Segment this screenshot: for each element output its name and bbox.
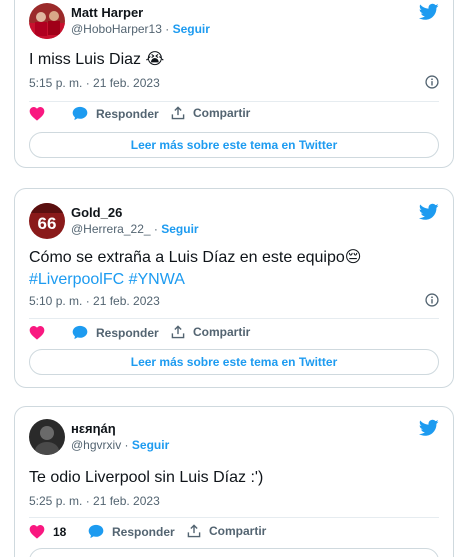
tweet-text: Te odio Liverpool sin Luis Díaz :') xyxy=(29,469,264,486)
tweet-text: I miss Luis Diaz 😭 xyxy=(29,51,165,68)
heart-icon xyxy=(29,325,45,340)
share-button[interactable]: Compartir xyxy=(171,325,250,339)
tweet-timestamp[interactable]: 5:15 p. m. · 21 feb. 2023 xyxy=(29,76,160,90)
tweet-actions: Responder Compartir xyxy=(29,106,429,126)
author-handle[interactable]: @HoboHarper13 xyxy=(71,22,162,36)
reply-label: Responder xyxy=(112,524,175,539)
tweet-timestamp[interactable]: 5:25 p. m. · 21 feb. 2023 xyxy=(29,494,160,508)
tweet-card: нεяηáη @hgvrxiv · Seguir Te odio Liverpo… xyxy=(14,406,454,557)
reply-label: Responder xyxy=(96,325,159,340)
avatar[interactable] xyxy=(29,3,65,39)
reply-label: Responder xyxy=(96,106,159,121)
like-button[interactable]: 18 xyxy=(29,524,66,539)
tweet-timestamp[interactable]: 5:10 p. m. · 21 feb. 2023 xyxy=(29,294,160,308)
tweet-actions: Responder Compartir xyxy=(29,325,429,345)
separator: · xyxy=(165,22,170,36)
reply-button[interactable]: Responder xyxy=(88,524,175,539)
tweet-text: Cómo se extraña a Luis Díaz en este equi… xyxy=(29,247,429,291)
info-circle-icon[interactable] xyxy=(425,293,439,307)
tweet-card: 66 Gold_26 @Herrera_22_ · Seguir Cómo se… xyxy=(14,188,454,388)
tweet-text-line: Cómo se extraña a Luis Díaz en este equi… xyxy=(29,249,362,266)
author-handle[interactable]: @hgvrxiv xyxy=(71,438,121,452)
twitter-bird-icon[interactable] xyxy=(419,3,439,21)
read-more-button[interactable]: Leer más sobre este tema en Twitter xyxy=(29,132,439,158)
share-arrow-icon xyxy=(187,524,201,538)
tweet-header: Matt Harper @HoboHarper13 · Seguir xyxy=(29,3,439,43)
author-name[interactable]: Gold_26 xyxy=(71,205,122,220)
tweet-header: нεяηáη @hgvrxiv · Seguir xyxy=(29,419,439,459)
follow-button[interactable]: Seguir xyxy=(161,222,198,236)
share-label: Compartir xyxy=(209,524,267,538)
speech-bubble-icon xyxy=(88,524,104,539)
like-button[interactable] xyxy=(29,325,45,340)
heart-icon xyxy=(29,524,45,539)
follow-button[interactable]: Seguir xyxy=(173,22,210,36)
read-more-button[interactable]: Leer más sobre este tema en Twitter xyxy=(29,349,439,375)
reply-button[interactable]: Responder xyxy=(72,106,159,121)
share-button[interactable]: Compartir xyxy=(187,524,266,538)
speech-bubble-icon xyxy=(72,106,88,121)
author-handle[interactable]: @Herrera_22_ xyxy=(71,222,151,236)
share-arrow-icon xyxy=(171,106,185,120)
like-count: 18 xyxy=(53,524,67,539)
tweet-actions: 18 Responder Compartir xyxy=(29,524,429,544)
author-name[interactable]: Matt Harper xyxy=(71,5,143,20)
share-button[interactable]: Compartir xyxy=(171,106,250,120)
read-more-button[interactable] xyxy=(29,548,439,557)
like-button[interactable] xyxy=(29,106,45,121)
separator: · xyxy=(124,438,129,452)
twitter-bird-icon[interactable] xyxy=(419,203,439,221)
separator: · xyxy=(153,222,158,236)
avatar[interactable]: 66 xyxy=(29,203,65,239)
share-label: Compartir xyxy=(193,106,251,120)
speech-bubble-icon xyxy=(72,325,88,340)
heart-icon xyxy=(29,106,45,121)
tweet-card: Matt Harper @HoboHarper13 · Seguir I mis… xyxy=(14,0,454,168)
divider xyxy=(29,318,439,319)
hashtag-links[interactable]: #LiverpoolFC #YNWA xyxy=(29,269,429,291)
author-handle-row: @hgvrxiv · Seguir xyxy=(71,438,169,452)
divider xyxy=(29,101,439,102)
author-name[interactable]: нεяηáη xyxy=(71,421,116,436)
tweet-header: 66 Gold_26 @Herrera_22_ · Seguir xyxy=(29,203,439,243)
info-circle-icon[interactable] xyxy=(425,75,439,89)
avatar[interactable] xyxy=(29,419,65,455)
share-arrow-icon xyxy=(171,325,185,339)
share-label: Compartir xyxy=(193,325,251,339)
follow-button[interactable]: Seguir xyxy=(132,438,169,452)
divider xyxy=(29,517,439,518)
avatar-number: 66 xyxy=(38,214,57,233)
reply-button[interactable]: Responder xyxy=(72,325,159,340)
author-handle-row: @Herrera_22_ · Seguir xyxy=(71,222,199,236)
twitter-bird-icon[interactable] xyxy=(419,419,439,437)
author-handle-row: @HoboHarper13 · Seguir xyxy=(71,22,210,36)
